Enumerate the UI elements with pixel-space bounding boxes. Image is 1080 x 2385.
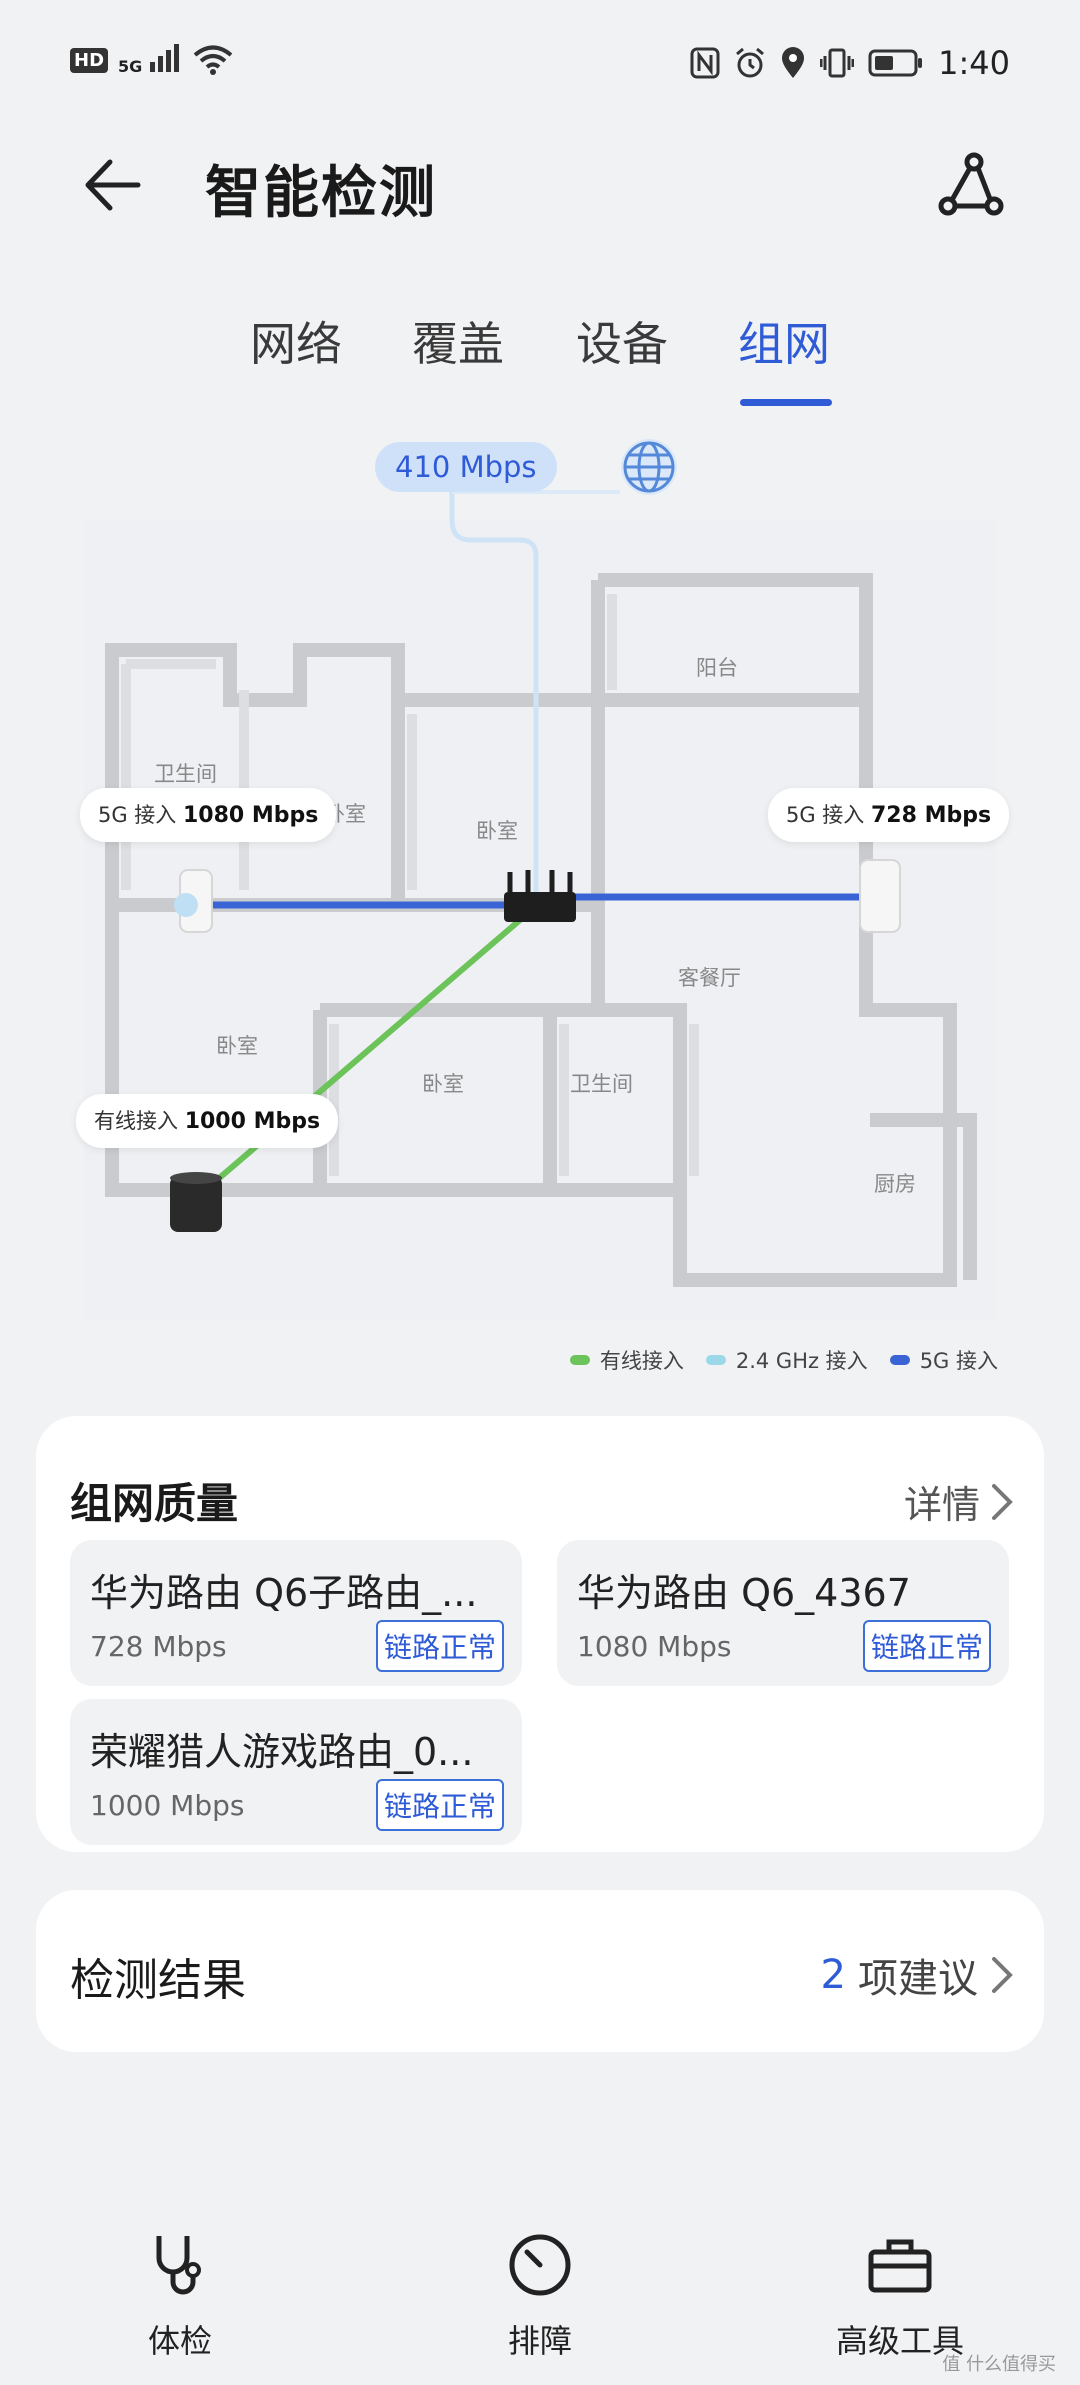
node-card[interactable]: 华为路由 Q6子路由_... 728 Mbps 链路正常 <box>70 1540 522 1686</box>
internet-speed-pill: 410 Mbps <box>375 442 557 492</box>
chevron-right-icon <box>992 1957 1013 1993</box>
network-type: 5G <box>118 57 143 76</box>
room-label: 阳台 <box>696 656 738 680</box>
node-name: 华为路由 Q6子路由_... <box>90 1571 478 1615</box>
nav-advanced-tools[interactable]: 高级工具 <box>820 2230 980 2362</box>
callout-prefix: 有线接入 <box>94 1109 178 1133</box>
toolbox-icon <box>868 2239 932 2293</box>
room-label: 卧室 <box>216 1034 258 1058</box>
alarm-icon <box>736 47 765 78</box>
node-card[interactable]: 华为路由 Q6_4367 1080 Mbps 链路正常 <box>557 1540 1009 1686</box>
tab-coverage[interactable]: 覆盖 <box>412 308 504 374</box>
node-rate: 1000 Mbps <box>90 1789 245 1822</box>
floor-plan <box>84 439 996 1320</box>
node-rate: 1080 Mbps <box>577 1630 732 1663</box>
legend-label: 2.4 GHz 接入 <box>735 1349 868 1373</box>
hd-icon: HD <box>70 47 109 73</box>
nav-label: 排障 <box>507 2322 572 2360</box>
status-right: 1:40 <box>690 44 1010 82</box>
node-name: 华为路由 Q6_4367 <box>577 1571 911 1615</box>
legend-label: 有线接入 <box>599 1349 684 1373</box>
callout-value: 728 Mbps <box>871 803 992 828</box>
legend-swatch <box>569 1355 590 1365</box>
callout-prefix: 5G 接入 <box>98 803 177 827</box>
result-title: 检测结果 <box>70 1955 246 2006</box>
callout-left-node: 5G 接入 1080 Mbps <box>80 788 337 842</box>
room-label: 卫生间 <box>154 762 217 786</box>
room-label: 客餐厅 <box>678 966 741 990</box>
gauge-icon <box>509 2234 571 2296</box>
callout-right-node: 5G 接入 728 Mbps <box>768 788 1010 842</box>
detail-label: 详情 <box>903 1483 980 1527</box>
legend-label: 5G 接入 <box>919 1349 998 1373</box>
status-badge: 链路正常 <box>375 1620 504 1672</box>
detail-link[interactable]: 详情 <box>904 1474 1014 1529</box>
nav-checkup[interactable]: 体检 <box>130 2230 230 2362</box>
battery-icon <box>868 49 923 77</box>
stethoscope-icon <box>156 2236 201 2295</box>
location-icon <box>782 47 805 78</box>
node-name: 荣耀猎人游戏路由_0... <box>90 1730 474 1774</box>
tab-mesh[interactable]: 组网 <box>738 308 830 374</box>
map-legend: 有线接入 2.4 GHz 接入 5G 接入 <box>569 1345 998 1375</box>
tab-devices[interactable]: 设备 <box>576 308 668 374</box>
back-arrow-icon[interactable] <box>80 150 150 220</box>
vibrate-icon <box>820 48 855 78</box>
wifi-icon <box>193 45 233 75</box>
callout-wired-node: 有线接入 1000 Mbps <box>76 1094 339 1148</box>
callout-prefix: 5G 接入 <box>786 803 865 827</box>
room-label: 卧室 <box>476 819 518 843</box>
legend-swatch <box>889 1355 910 1365</box>
node-rate: 728 Mbps <box>90 1630 227 1663</box>
tab-network[interactable]: 网络 <box>250 308 342 374</box>
page-title: 智能检测 <box>205 161 437 226</box>
suggestion-label: 项建议 <box>858 1956 978 2002</box>
callout-value: 1000 Mbps <box>184 1109 321 1134</box>
legend-wired: 有线接入 <box>569 1345 684 1375</box>
legend-5g: 5G 接入 <box>889 1345 998 1375</box>
room-label: 卧室 <box>422 1072 464 1096</box>
status-badge: 链路正常 <box>862 1620 991 1672</box>
node-card[interactable]: 荣耀猎人游戏路由_0... 1000 Mbps 链路正常 <box>70 1699 522 1845</box>
mesh-quality-title: 组网质量 <box>70 1479 239 1528</box>
nav-label: 体检 <box>147 2322 212 2360</box>
clock: 1:40 <box>938 44 1010 82</box>
nfc-icon <box>690 47 720 79</box>
room-label: 厨房 <box>874 1172 916 1196</box>
status-bar: HD 5G 1:40 <box>70 44 1010 88</box>
suggestion-count: 2 <box>820 1952 846 1998</box>
tab-indicator <box>740 399 832 406</box>
legend-24ghz: 2.4 GHz 接入 <box>705 1345 868 1375</box>
result-suggestions[interactable]: 2 项建议 <box>821 1946 1014 2004</box>
legend-swatch <box>705 1355 726 1365</box>
topology-icon[interactable] <box>936 150 1006 220</box>
room-label: 卫生间 <box>570 1072 633 1096</box>
nav-troubleshoot[interactable]: 排障 <box>488 2230 592 2362</box>
chevron-right-icon <box>992 1483 1013 1520</box>
status-badge: 链路正常 <box>375 1779 504 1831</box>
signal-5g-icon: 5G <box>118 44 182 76</box>
callout-value: 1080 Mbps <box>183 803 319 828</box>
status-left: HD 5G <box>70 44 234 76</box>
watermark: 值 什么值得买 <box>942 2354 1056 2375</box>
